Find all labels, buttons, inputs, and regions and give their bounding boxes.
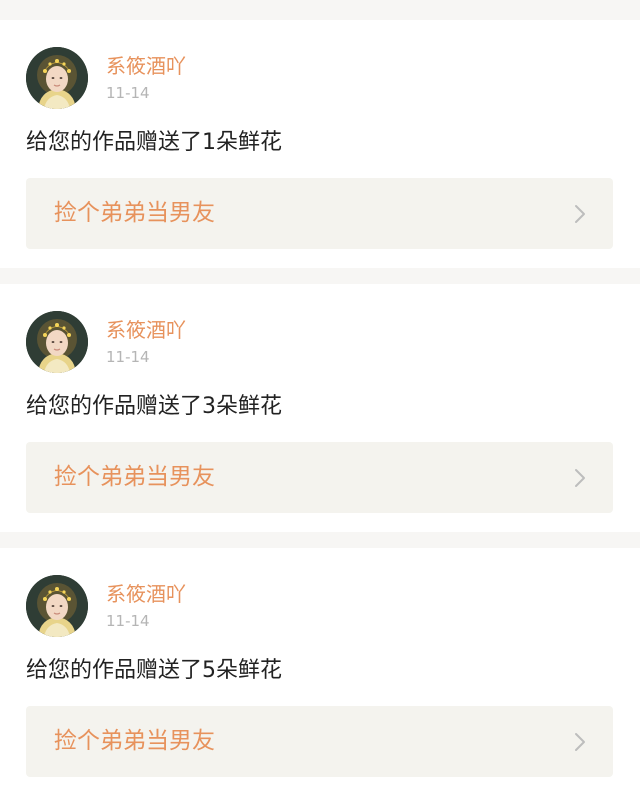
work-title: 捡个弟弟当男友: [54, 464, 215, 490]
notification-date: 11-14: [106, 84, 150, 102]
work-title: 捡个弟弟当男友: [54, 200, 215, 226]
user-avatar-icon[interactable]: [26, 575, 88, 637]
work-link-card[interactable]: 捡个弟弟当男友: [26, 706, 613, 777]
user-avatar-icon[interactable]: [26, 311, 88, 373]
chevron-right-icon: [575, 205, 585, 223]
notification-date: 11-14: [106, 612, 150, 630]
notification-card: 系筱酒吖 11-14 给您的作品赠送了1朵鲜花 捡个弟弟当男友: [0, 20, 640, 268]
chevron-right-icon: [575, 469, 585, 487]
work-link-card[interactable]: 捡个弟弟当男友: [26, 178, 613, 249]
work-title: 捡个弟弟当男友: [54, 728, 215, 754]
notification-card: 系筱酒吖 11-14 给您的作品赠送了5朵鲜花 捡个弟弟当男友: [0, 548, 640, 796]
username[interactable]: 系筱酒吖: [106, 54, 186, 78]
username[interactable]: 系筱酒吖: [106, 318, 186, 342]
user-avatar-icon[interactable]: [26, 47, 88, 109]
chevron-right-icon: [575, 733, 585, 751]
username[interactable]: 系筱酒吖: [106, 582, 186, 606]
work-link-card[interactable]: 捡个弟弟当男友: [26, 442, 613, 513]
notification-card: 系筱酒吖 11-14 给您的作品赠送了3朵鲜花 捡个弟弟当男友: [0, 284, 640, 532]
notification-date: 11-14: [106, 348, 150, 366]
notification-message: 给您的作品赠送了3朵鲜花: [26, 394, 282, 419]
notification-message: 给您的作品赠送了5朵鲜花: [26, 658, 282, 683]
notification-message: 给您的作品赠送了1朵鲜花: [26, 130, 282, 155]
